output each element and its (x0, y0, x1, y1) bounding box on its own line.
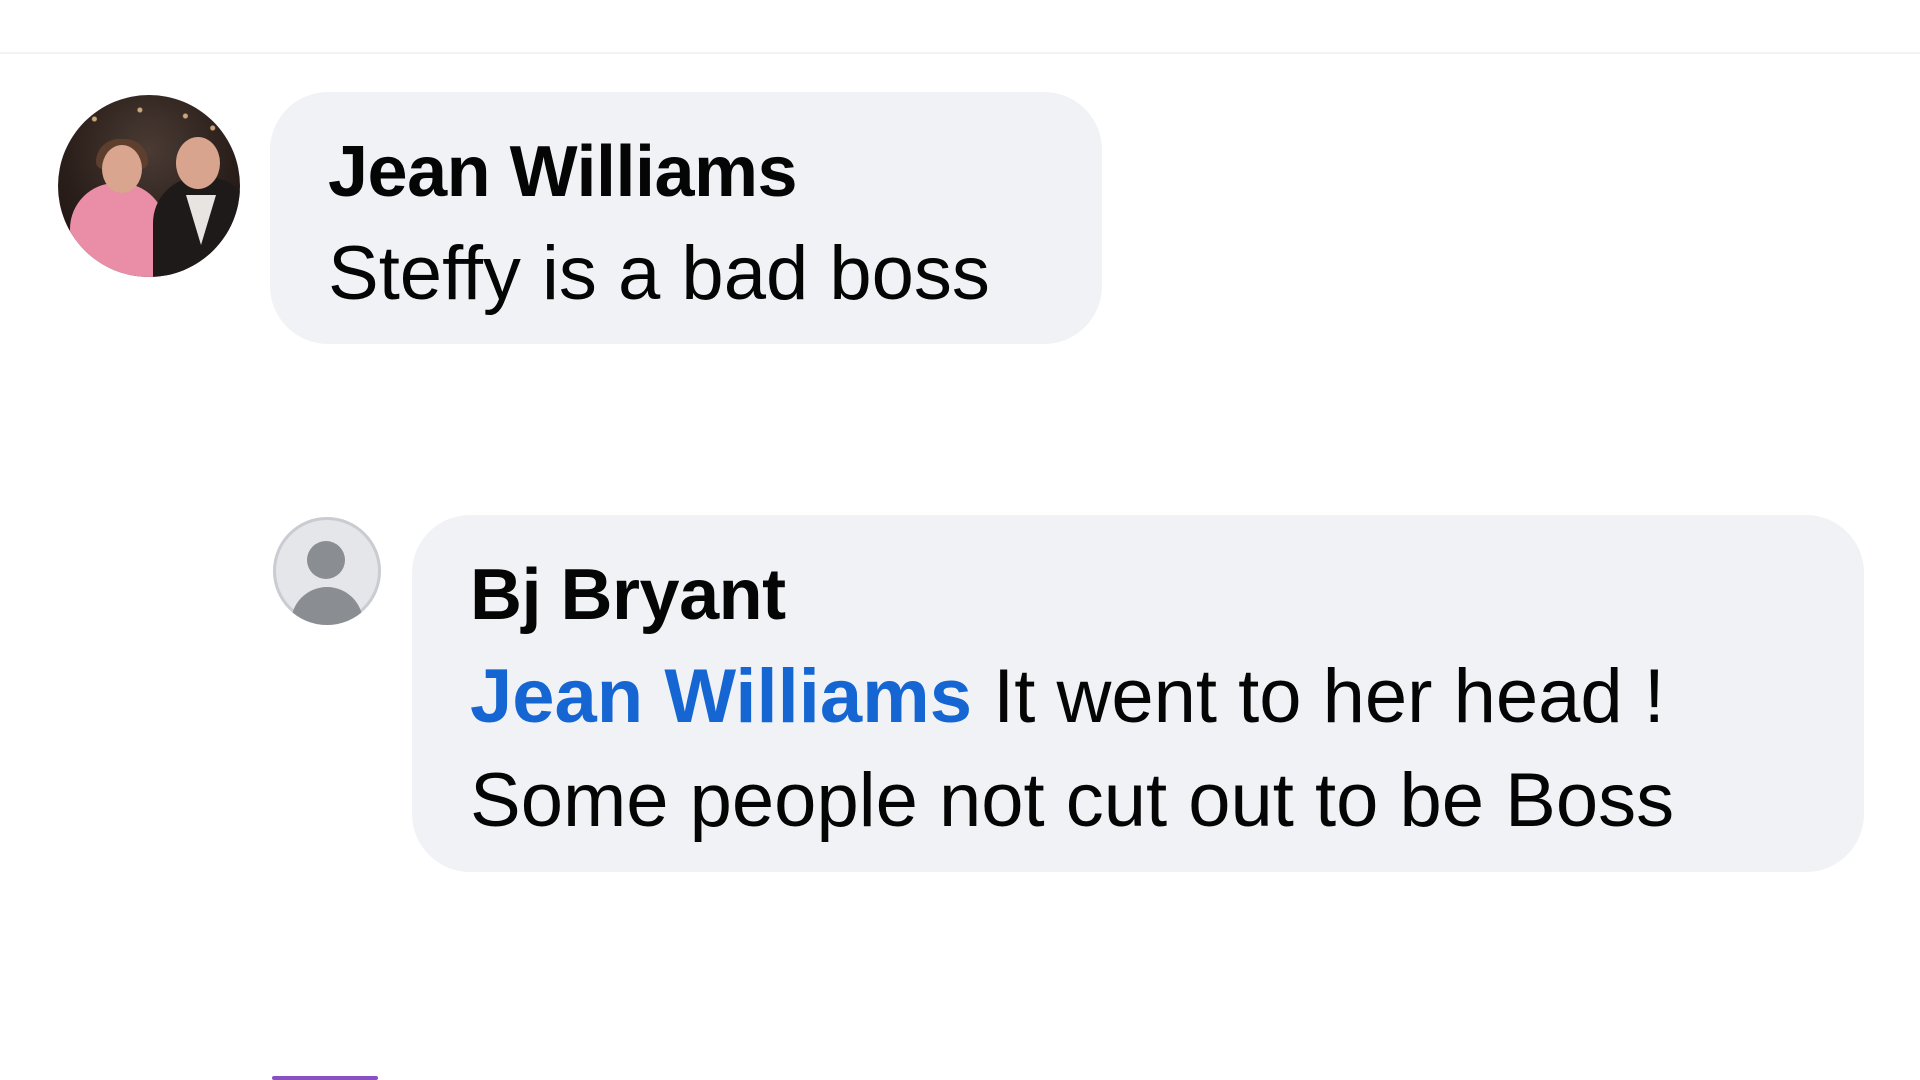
mention-link[interactable]: Jean Williams (470, 654, 972, 739)
comment-text-line-1: It went to her head ! (993, 654, 1665, 739)
comment-bubble: Jean Williams Steffy is a bad boss (270, 92, 1102, 344)
avatar[interactable] (58, 95, 240, 277)
comment-author[interactable]: Bj Bryant (470, 545, 1806, 645)
next-avatar-edge (272, 1076, 378, 1080)
comment-bubble: Bj Bryant Jean Williams It went to her h… (412, 515, 1864, 872)
default-user-icon[interactable] (273, 517, 381, 625)
comment-author[interactable]: Jean Williams (328, 122, 1044, 222)
divider (0, 52, 1920, 54)
comment-text: Jean Williams It went to her head ! (470, 645, 1806, 749)
comment-text-line-2: Some people not cut out to be Boss (470, 758, 1675, 843)
comment-thread: Jean Williams Steffy is a bad boss Bj Br… (0, 0, 1920, 1080)
comment-text: Steffy is a bad boss (328, 231, 990, 316)
